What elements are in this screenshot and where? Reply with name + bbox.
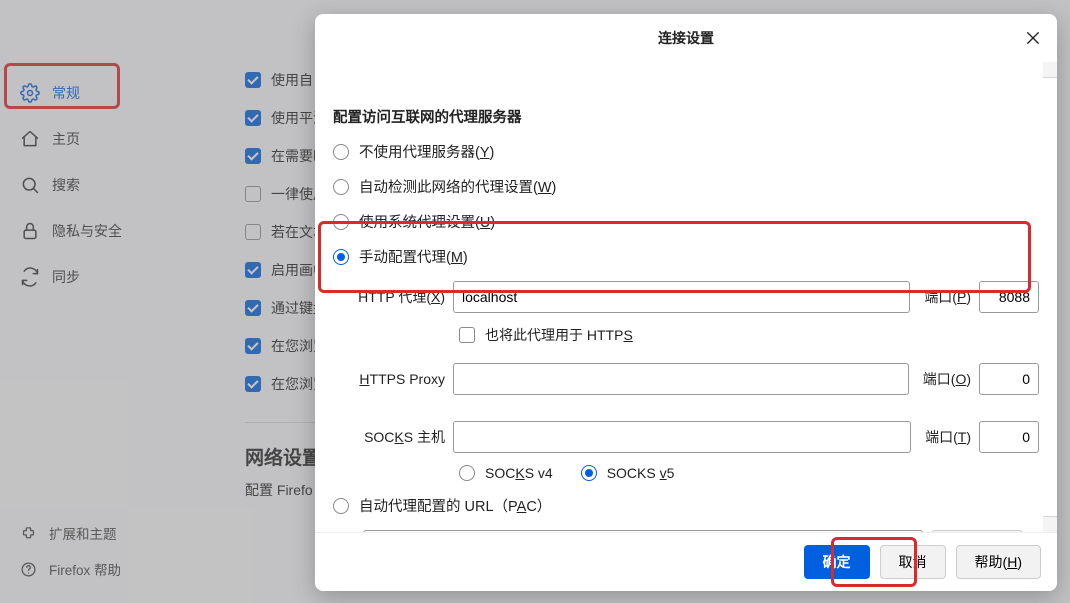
dialog-title-bar: 连接设置 (315, 14, 1057, 62)
socks-port-input[interactable] (979, 421, 1039, 453)
radio-pac-url[interactable]: 自动代理配置的 URL（PAC） (333, 495, 1039, 516)
radio-system-proxy[interactable]: 使用系统代理设置(U) (333, 211, 1039, 232)
close-button[interactable] (1021, 26, 1045, 50)
checkbox-icon (459, 327, 475, 343)
radio-socks-v5[interactable] (581, 465, 597, 481)
radio-icon (333, 179, 349, 195)
manual-proxy-block: HTTP 代理(X) 端口(P) 也将此代理用于 HTTPS HTTPS Pro… (355, 281, 1039, 481)
radio-no-proxy[interactable]: 不使用代理服务器(Y) (333, 141, 1039, 162)
radio-auto-detect[interactable]: 自动检测此网络的代理设置(W) (333, 176, 1039, 197)
cancel-button[interactable]: 取消 (880, 545, 946, 579)
socks-v4-label: SOCKS v4 (485, 465, 553, 481)
https-proxy-port-label: 端口(O) (923, 369, 971, 389)
dialog-title: 连接设置 (658, 28, 714, 48)
socks-host-label: SOCKS 主机 (355, 427, 445, 447)
proxy-heading: 配置访问互联网的代理服务器 (333, 106, 1039, 127)
radio-icon (333, 144, 349, 160)
radio-icon (333, 498, 349, 514)
https-proxy-host-input[interactable] (453, 363, 909, 395)
reload-button: 重新载入(E) (931, 530, 1023, 532)
ok-button[interactable]: 确定 (804, 545, 870, 579)
radio-icon (333, 214, 349, 230)
radio-socks-v4[interactable] (459, 465, 475, 481)
pac-url-input[interactable] (363, 530, 923, 532)
https-proxy-port-input[interactable] (979, 363, 1039, 395)
https-proxy-label: HTTPS Proxy (355, 371, 445, 387)
http-proxy-label: HTTP 代理(X) (355, 287, 445, 307)
socks-port-label: 端口(T) (925, 427, 971, 447)
scrollbar-up-icon[interactable] (1043, 62, 1057, 78)
http-proxy-port-input[interactable] (979, 281, 1039, 313)
dialog-footer: 确定 取消 帮助(H) (315, 533, 1057, 591)
dialog-body[interactable]: 配置访问互联网的代理服务器 不使用代理服务器(Y) 自动检测此网络的代理设置(W… (315, 62, 1057, 532)
scrollbar-down-icon[interactable] (1043, 516, 1057, 532)
radio-icon (333, 249, 349, 265)
socks-host-input[interactable] (453, 421, 911, 453)
radio-manual-proxy[interactable]: 手动配置代理(M) (333, 246, 1039, 267)
http-proxy-host-input[interactable] (453, 281, 910, 313)
use-for-https-checkbox[interactable]: 也将此代理用于 HTTPS (459, 325, 1039, 345)
http-proxy-port-label: 端口(P) (924, 287, 971, 307)
help-button[interactable]: 帮助(H) (956, 545, 1041, 579)
socks-v5-label: SOCKS v5 (607, 465, 675, 481)
connection-settings-dialog: 连接设置 配置访问互联网的代理服务器 不使用代理服务器(Y) 自动检测此网络的代… (315, 14, 1057, 591)
close-icon (1024, 29, 1042, 47)
